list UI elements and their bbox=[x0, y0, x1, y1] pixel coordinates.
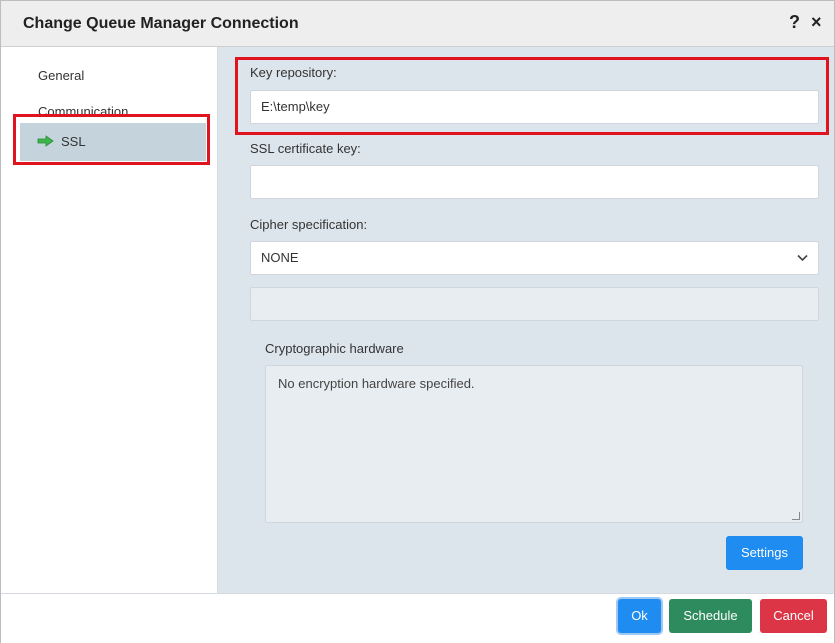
help-icon[interactable]: ? bbox=[789, 12, 800, 33]
cipher-specification-select[interactable]: NONE bbox=[250, 241, 819, 275]
sidebar-item-label: General bbox=[38, 68, 85, 83]
ssl-certificate-key-label: SSL certificate key: bbox=[250, 141, 361, 156]
sidebar-item-general[interactable]: General bbox=[20, 57, 206, 95]
ok-button[interactable]: Ok bbox=[618, 599, 661, 633]
cryptographic-hardware-textarea[interactable]: No encryption hardware specified. bbox=[265, 365, 803, 523]
change-queue-manager-dialog: Change Queue Manager Connection ? × Gene… bbox=[0, 0, 835, 643]
key-repository-highlight-box bbox=[235, 57, 829, 135]
close-icon[interactable]: × bbox=[811, 12, 822, 33]
cryptographic-hardware-label: Cryptographic hardware bbox=[265, 341, 404, 356]
cipher-specification-value: NONE bbox=[261, 250, 299, 265]
settings-button[interactable]: Settings bbox=[726, 536, 803, 570]
ssl-certificate-key-input[interactable] bbox=[250, 165, 819, 199]
cryptographic-hardware-text: No encryption hardware specified. bbox=[278, 376, 475, 391]
schedule-button[interactable]: Schedule bbox=[669, 599, 752, 633]
cipher-detail-field bbox=[250, 287, 819, 321]
ssl-highlight-box bbox=[13, 114, 210, 165]
dialog-title: Change Queue Manager Connection bbox=[23, 15, 299, 32]
dialog-titlebar: Change Queue Manager Connection ? × bbox=[1, 1, 834, 47]
resize-grip-icon[interactable] bbox=[792, 512, 800, 520]
chevron-down-icon bbox=[797, 242, 808, 274]
cipher-specification-label: Cipher specification: bbox=[250, 217, 368, 232]
cancel-button[interactable]: Cancel bbox=[760, 599, 827, 633]
